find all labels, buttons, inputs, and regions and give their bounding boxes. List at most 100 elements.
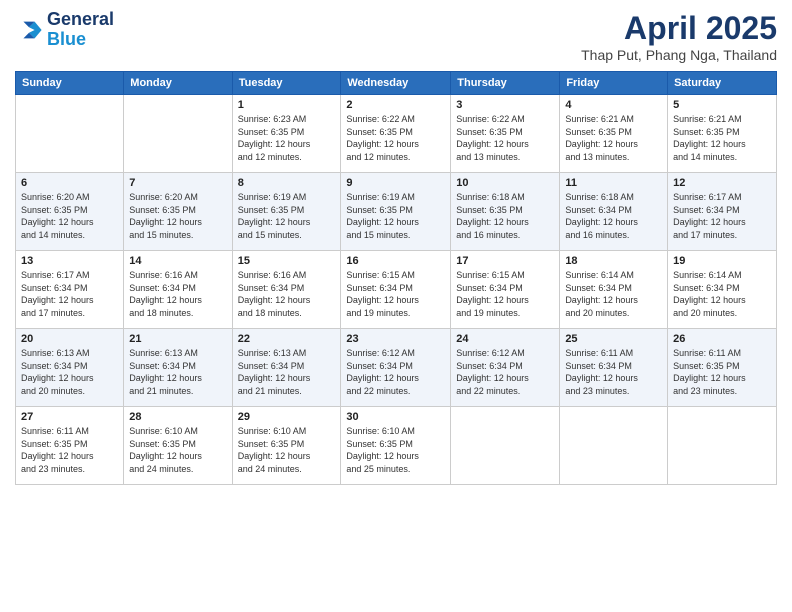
day-number: 30 [346,411,445,423]
day-number: 2 [346,99,445,111]
day-cell-17: 17 Sunrise: 6:15 AMSunset: 6:34 PMDayligh… [451,251,560,329]
day-info: Sunrise: 6:18 AMSunset: 6:35 PMDaylight:… [456,191,554,241]
col-header-thursday: Thursday [451,72,560,95]
week-row-5: 27Sunrise: 6:11 AMSunset: 6:35 PMDayligh… [16,407,777,485]
day-number: 17 [456,255,554,267]
day-number: 16 [346,255,445,267]
logo-icon [15,16,43,44]
day-number: 19 [673,255,771,267]
day-number: 6 [21,177,118,189]
day-cell-12: 12 Sunrise: 6:17 AMSunset: 6:34 PMDayligh… [668,173,777,251]
day-number: 21 [129,333,226,345]
empty-cell [124,95,232,173]
day-info: Sunrise: 6:13 AMSunset: 6:34 PMDaylight:… [129,347,226,397]
day-number: 24 [456,333,554,345]
day-info: Sunrise: 6:11 AMSunset: 6:35 PMDaylight:… [673,347,771,397]
week-row-1: 1 Sunrise: 6:23 AMSunset: 6:35 PMDaylight… [16,95,777,173]
day-number: 1 [238,99,336,111]
day-number: 25 [565,333,662,345]
day-info: Sunrise: 6:10 AMSunset: 6:35 PMDaylight:… [346,425,445,475]
day-cell-4: 4Sunrise: 6:21 AMSunset: 6:35 PMDaylight… [560,95,668,173]
day-cell-28: 28 Sunrise: 6:10 AMSunset: 6:35 PMDayligh… [124,407,232,485]
day-info: Sunrise: 6:14 AMSunset: 6:34 PMDaylight:… [673,269,771,319]
day-info: Sunrise: 6:12 AMSunset: 6:34 PMDaylight:… [346,347,445,397]
day-cell-16: 16 Sunrise: 6:15 AMSunset: 6:34 PMDayligh… [341,251,451,329]
day-info: Sunrise: 6:18 AMSunset: 6:34 PMDaylight:… [565,191,662,241]
day-info: Sunrise: 6:15 AMSunset: 6:34 PMDaylight:… [456,269,554,319]
day-number: 8 [238,177,336,189]
day-number: 5 [673,99,771,111]
day-cell-14: 14 Sunrise: 6:16 AMSunset: 6:34 PMDayligh… [124,251,232,329]
day-info: Sunrise: 6:16 AMSunset: 6:34 PMDaylight:… [238,269,336,319]
empty-cell [451,407,560,485]
header: General Blue April 2025 Thap Put, Phang … [15,10,777,63]
day-info: Sunrise: 6:20 AMSunset: 6:35 PMDaylight:… [129,191,226,241]
day-cell-30: 30 Sunrise: 6:10 AMSunset: 6:35 PMDayligh… [341,407,451,485]
day-info: Sunrise: 6:15 AMSunset: 6:34 PMDaylight:… [346,269,445,319]
day-info: Sunrise: 6:19 AMSunset: 6:35 PMDaylight:… [346,191,445,241]
day-cell-5: 5Sunrise: 6:21 AMSunset: 6:35 PMDaylight… [668,95,777,173]
title-block: April 2025 Thap Put, Phang Nga, Thailand [581,10,777,63]
day-cell-19: 19 Sunrise: 6:14 AMSunset: 6:34 PMDayligh… [668,251,777,329]
week-row-4: 20 Sunrise: 6:13 AMSunset: 6:34 PMDayligh… [16,329,777,407]
day-number: 20 [21,333,118,345]
day-info: Sunrise: 6:17 AMSunset: 6:34 PMDaylight:… [673,191,771,241]
week-row-2: 6 Sunrise: 6:20 AMSunset: 6:35 PMDaylight… [16,173,777,251]
day-number: 18 [565,255,662,267]
day-cell-24: 24 Sunrise: 6:12 AMSunset: 6:34 PMDayligh… [451,329,560,407]
col-header-wednesday: Wednesday [341,72,451,95]
day-info: Sunrise: 6:16 AMSunset: 6:34 PMDaylight:… [129,269,226,319]
empty-cell [16,95,124,173]
day-number: 23 [346,333,445,345]
day-cell-29: 29 Sunrise: 6:10 AMSunset: 6:35 PMDayligh… [232,407,341,485]
empty-cell [668,407,777,485]
calendar-header-row: SundayMondayTuesdayWednesdayThursdayFrid… [16,72,777,95]
day-info: Sunrise: 6:14 AMSunset: 6:34 PMDaylight:… [565,269,662,319]
calendar: SundayMondayTuesdayWednesdayThursdayFrid… [15,71,777,485]
day-cell-25: 25 Sunrise: 6:11 AMSunset: 6:34 PMDayligh… [560,329,668,407]
day-number: 13 [21,255,118,267]
day-cell-6: 6 Sunrise: 6:20 AMSunset: 6:35 PMDaylight… [16,173,124,251]
day-cell-23: 23 Sunrise: 6:12 AMSunset: 6:34 PMDayligh… [341,329,451,407]
page: General Blue April 2025 Thap Put, Phang … [0,0,792,612]
logo: General Blue [15,10,114,50]
day-info: Sunrise: 6:22 AMSunset: 6:35 PMDaylight:… [456,113,554,163]
day-cell-27: 27Sunrise: 6:11 AMSunset: 6:35 PMDayligh… [16,407,124,485]
day-cell-1: 1 Sunrise: 6:23 AMSunset: 6:35 PMDaylight… [232,95,341,173]
day-number: 27 [21,411,118,423]
day-number: 28 [129,411,226,423]
day-number: 14 [129,255,226,267]
day-info: Sunrise: 6:21 AMSunset: 6:35 PMDaylight:… [565,113,662,163]
day-info: Sunrise: 6:10 AMSunset: 6:35 PMDaylight:… [129,425,226,475]
day-info: Sunrise: 6:20 AMSunset: 6:35 PMDaylight:… [21,191,118,241]
day-cell-7: 7 Sunrise: 6:20 AMSunset: 6:35 PMDaylight… [124,173,232,251]
col-header-sunday: Sunday [16,72,124,95]
day-cell-10: 10 Sunrise: 6:18 AMSunset: 6:35 PMDayligh… [451,173,560,251]
day-number: 26 [673,333,771,345]
day-info: Sunrise: 6:13 AMSunset: 6:34 PMDaylight:… [21,347,118,397]
week-row-3: 13 Sunrise: 6:17 AMSunset: 6:34 PMDayligh… [16,251,777,329]
day-info: Sunrise: 6:22 AMSunset: 6:35 PMDaylight:… [346,113,445,163]
day-number: 7 [129,177,226,189]
day-info: Sunrise: 6:12 AMSunset: 6:34 PMDaylight:… [456,347,554,397]
col-header-tuesday: Tuesday [232,72,341,95]
day-number: 9 [346,177,445,189]
day-info: Sunrise: 6:11 AMSunset: 6:34 PMDaylight:… [565,347,662,397]
logo-text: General Blue [47,10,114,50]
day-cell-2: 2 Sunrise: 6:22 AMSunset: 6:35 PMDaylight… [341,95,451,173]
col-header-friday: Friday [560,72,668,95]
day-number: 10 [456,177,554,189]
day-cell-8: 8 Sunrise: 6:19 AMSunset: 6:35 PMDaylight… [232,173,341,251]
day-cell-9: 9 Sunrise: 6:19 AMSunset: 6:35 PMDaylight… [341,173,451,251]
day-info: Sunrise: 6:19 AMSunset: 6:35 PMDaylight:… [238,191,336,241]
day-cell-3: 3Sunrise: 6:22 AMSunset: 6:35 PMDaylight… [451,95,560,173]
day-number: 22 [238,333,336,345]
day-info: Sunrise: 6:10 AMSunset: 6:35 PMDaylight:… [238,425,336,475]
day-cell-20: 20 Sunrise: 6:13 AMSunset: 6:34 PMDayligh… [16,329,124,407]
day-number: 29 [238,411,336,423]
day-info: Sunrise: 6:23 AMSunset: 6:35 PMDaylight:… [238,113,336,163]
day-info: Sunrise: 6:17 AMSunset: 6:34 PMDaylight:… [21,269,118,319]
day-number: 12 [673,177,771,189]
day-cell-26: 26 Sunrise: 6:11 AMSunset: 6:35 PMDayligh… [668,329,777,407]
day-cell-18: 18 Sunrise: 6:14 AMSunset: 6:34 PMDayligh… [560,251,668,329]
